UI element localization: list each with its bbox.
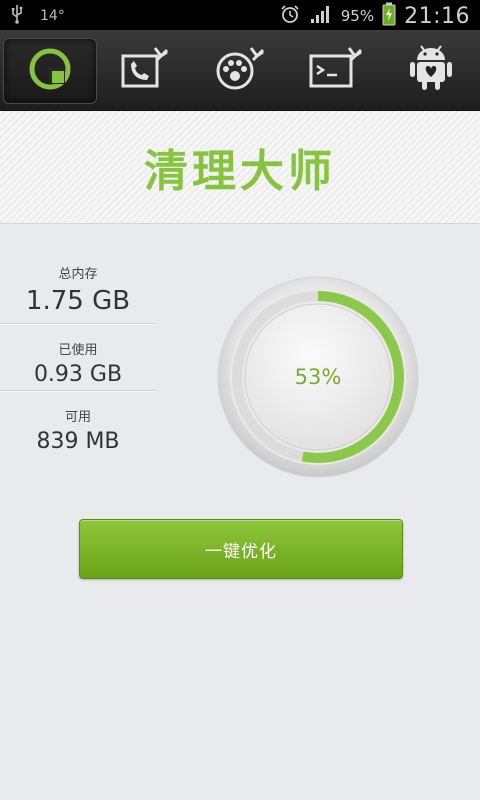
- available-memory-value: 839 MB: [36, 429, 120, 454]
- optimize-button[interactable]: 一键优化: [79, 519, 403, 579]
- usb-icon: [10, 4, 24, 28]
- android-icon: [406, 42, 456, 98]
- total-memory-value: 1.75 GB: [25, 286, 131, 316]
- available-memory-label: 可用: [64, 410, 91, 425]
- tab-call-log[interactable]: [99, 38, 191, 102]
- tab-bar: [0, 30, 480, 111]
- cleaner-app-icon: [27, 46, 73, 96]
- tab-app-cache[interactable]: [193, 38, 285, 102]
- memory-usage-percent: 53%: [294, 365, 342, 389]
- notification-count: 14°: [40, 8, 65, 24]
- terminal-clean-icon: [305, 44, 365, 96]
- used-memory-label: 已使用: [58, 343, 98, 358]
- clock: 21:16: [404, 3, 470, 29]
- total-memory-stat: 总内存 1.75 GB: [0, 263, 156, 316]
- total-memory-label: 总内存: [58, 267, 98, 282]
- tab-terminal[interactable]: [289, 38, 381, 102]
- alarm-icon: [279, 3, 301, 29]
- used-memory-stat: 已使用 0.93 GB: [0, 339, 156, 387]
- page-title: 清理大师: [144, 146, 336, 197]
- used-memory-value: 0.93 GB: [33, 362, 123, 387]
- tab-android[interactable]: [385, 38, 477, 102]
- app-cache-clean-icon: [211, 44, 267, 96]
- battery-percent: 95%: [340, 7, 375, 25]
- battery-charging-icon: [382, 2, 396, 30]
- call-log-clean-icon: [117, 44, 173, 96]
- app-banner: 清理大师: [0, 111, 480, 224]
- available-memory-stat: 可用 839 MB: [0, 406, 156, 454]
- divider: [0, 390, 156, 392]
- signal-icon: [309, 4, 333, 28]
- divider: [0, 323, 156, 325]
- tab-cleaner[interactable]: [3, 38, 97, 104]
- status-bar: 14° 95% 21:16: [0, 0, 480, 30]
- memory-usage-gauge: 53%: [208, 275, 428, 479]
